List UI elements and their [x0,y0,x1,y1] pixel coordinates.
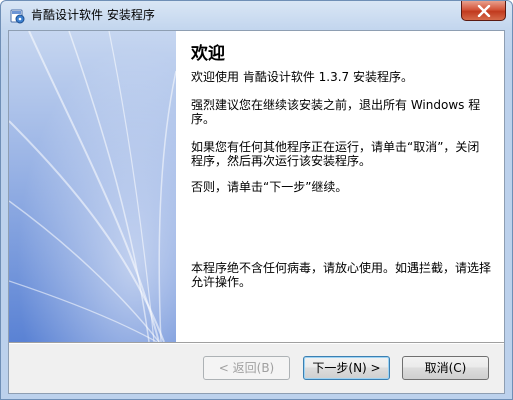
intro-text: 欢迎使用 肯酷设计软件 1.3.7 安装程序。 [191,70,413,84]
virus-note-text: 本程序绝不含任何病毒，请放心使用。如遇拦截，请选择允许操作。 [191,261,492,289]
installer-window: 肯酷设计软件 安装程序 欢迎 欢迎使用 肯酷设计软件 1.3.7 安装程序。 强… [0,0,513,400]
installer-body: 欢迎 欢迎使用 肯酷设计软件 1.3.7 安装程序。 强烈建议您在继续该安装之前… [8,30,505,394]
welcome-page: 欢迎 欢迎使用 肯酷设计软件 1.3.7 安装程序。 强烈建议您在继续该安装之前… [176,31,504,342]
otherwise-text: 否则，请单击“下一步”继续。 [191,180,348,194]
side-banner-image [9,31,176,342]
close-programs-text: 如果您有任何其他程序正在运行，请单击“取消”，关闭程序，然后再次运行该安装程序。 [191,140,480,168]
installer-icon [9,8,25,24]
page-title: 欢迎 [191,44,225,64]
title-bar[interactable]: 肯酷设计软件 安装程序 [1,1,512,29]
advice-text: 强烈建议您在继续该安装之前，退出所有 Windows 程序。 [191,98,481,126]
close-button[interactable] [461,1,506,21]
cancel-button[interactable]: 取消(C) [402,356,489,380]
next-button[interactable]: 下一步(N) > [303,356,390,380]
window-title: 肯酷设计软件 安装程序 [31,8,155,22]
footer-divider [9,342,504,344]
close-icon [477,5,491,17]
back-button[interactable]: < 返回(B) [203,356,290,380]
